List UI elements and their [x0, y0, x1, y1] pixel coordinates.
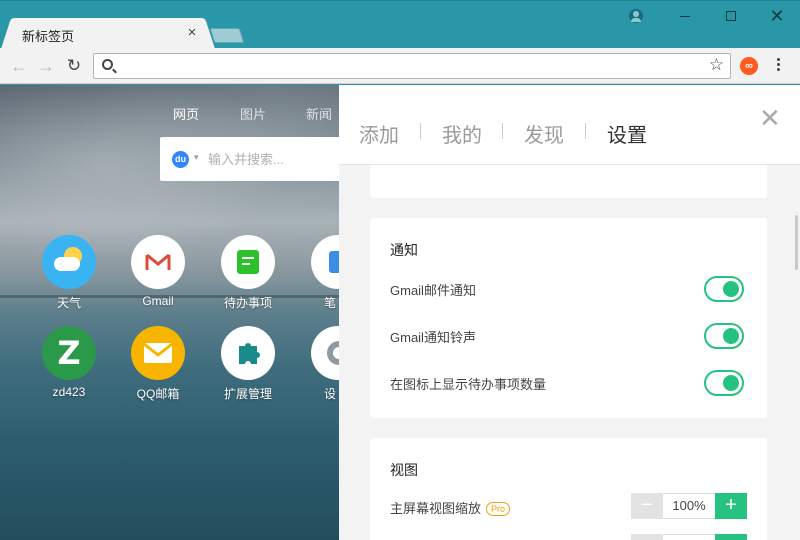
app-label: QQ邮箱 — [136, 387, 180, 401]
search-input[interactable] — [208, 149, 333, 169]
gmail-notify-toggle[interactable] — [704, 276, 744, 302]
minimize-icon — [680, 15, 690, 17]
puzzle-icon — [221, 326, 275, 380]
zoom-plus-button[interactable]: + — [715, 493, 747, 519]
new-tab-button[interactable] — [209, 28, 245, 43]
tab-close-icon[interactable]: × — [184, 24, 200, 41]
stepper-plus-button[interactable] — [715, 534, 747, 540]
address-input[interactable] — [122, 57, 692, 75]
panel-header: 添加 我的 发现 设置 ✕ — [339, 85, 800, 165]
app-label: 天气 — [56, 296, 81, 310]
bookmark-star-icon[interactable]: ☆ — [709, 55, 724, 75]
tab-add[interactable]: 添加 — [359, 119, 399, 148]
maximize-button[interactable] — [708, 1, 754, 31]
settings-panel: 添加 我的 发现 设置 ✕ 通知 Gmail邮件通知 Gmail通知铃声 在图标… — [339, 85, 800, 540]
setting-label: 在图标上显示待办事项数量 — [390, 377, 547, 392]
tab-divider — [502, 123, 503, 139]
notifications-card: 通知 Gmail邮件通知 Gmail通知铃声 在图标上显示待办事项数量 — [370, 218, 767, 418]
zoom-stepper: − 100% + — [631, 493, 747, 519]
back-button[interactable]: ← — [7, 54, 31, 78]
setting-label: 主屏幕视图缩放 Pro — [390, 498, 511, 517]
browser-menu-button[interactable] — [772, 56, 784, 76]
todo-icon — [221, 235, 275, 289]
zd423-icon: Z — [42, 326, 96, 380]
account-icon[interactable] — [629, 9, 643, 23]
close-window-button[interactable]: ✕ — [754, 1, 800, 31]
app-gmail[interactable]: Gmail — [123, 235, 193, 308]
chevron-down-icon[interactable]: ▾ — [194, 152, 199, 163]
weather-icon — [42, 235, 96, 289]
app-qqmail[interactable]: QQ邮箱 — [123, 326, 193, 402]
notes-icon — [311, 235, 339, 289]
browser-toolbar: ← → ↻ ☆ ∞ — [0, 48, 800, 84]
gear-icon — [311, 326, 339, 380]
gmail-sound-toggle[interactable] — [704, 323, 744, 349]
zoom-label: 主屏幕视图缩放 — [390, 501, 482, 516]
section-title: 通知 — [390, 242, 418, 258]
search-box: du ▾ — [160, 137, 339, 181]
setting-label: Gmail邮件通知 — [390, 283, 476, 298]
tab-title: 新标签页 — [22, 29, 75, 44]
search-tab-news[interactable]: 新闻 — [306, 104, 332, 123]
app-label: 扩展管理 — [223, 387, 272, 401]
extension-icon[interactable]: ∞ — [740, 57, 758, 75]
qqmail-icon — [131, 326, 185, 380]
zoom-value[interactable]: 100% — [663, 493, 715, 519]
app-weather[interactable]: 天气 — [34, 235, 104, 311]
section-title: 视图 — [390, 462, 418, 478]
tab-divider — [420, 123, 421, 139]
tab-settings[interactable]: 设置 — [607, 119, 647, 148]
reload-button[interactable]: ↻ — [62, 54, 86, 78]
search-icon — [102, 59, 113, 70]
search-tab-images[interactable]: 图片 — [240, 104, 266, 123]
app-zd423[interactable]: Z zd423 — [34, 326, 104, 399]
baidu-icon[interactable]: du — [172, 151, 189, 168]
todo-badge-toggle[interactable] — [704, 370, 744, 396]
app-todo[interactable]: 待办事项 — [213, 235, 283, 311]
panel-scrollbar[interactable] — [795, 215, 798, 270]
setting-label: Gmail通知铃声 — [390, 330, 476, 345]
app-label: 待办事项 — [223, 296, 272, 310]
stepper-minus-button[interactable] — [631, 534, 663, 540]
app-notes[interactable]: 笔 — [302, 235, 339, 311]
app-label: zd423 — [52, 385, 86, 399]
title-bar: 新标签页 × ✕ — [0, 0, 800, 49]
maximize-icon — [726, 11, 736, 22]
forward-button[interactable]: → — [34, 54, 58, 78]
minimize-button[interactable] — [662, 1, 708, 31]
browser-tab[interactable]: 新标签页 × — [12, 18, 204, 49]
stepper-value[interactable] — [663, 534, 715, 540]
tab-discover[interactable]: 发现 — [524, 119, 564, 148]
app-label: 设 — [324, 387, 337, 401]
address-bar[interactable]: ☆ — [93, 53, 731, 79]
tab-mine[interactable]: 我的 — [442, 119, 482, 148]
settings-card-previous — [370, 165, 767, 198]
tab-divider — [585, 123, 586, 139]
app-extensions[interactable]: 扩展管理 — [213, 326, 283, 402]
view-card: 视图 主屏幕视图缩放 Pro − 100% + — [370, 438, 767, 540]
app-settings[interactable]: 设 — [302, 326, 339, 402]
close-icon[interactable]: ✕ — [759, 103, 781, 134]
app-label: Gmail — [142, 294, 174, 308]
search-tab-web[interactable]: 网页 — [173, 104, 199, 123]
gmail-icon — [131, 235, 185, 289]
app-label: 笔 — [324, 296, 337, 310]
second-stepper — [631, 534, 747, 540]
pro-badge: Pro — [486, 502, 511, 516]
zoom-minus-button[interactable]: − — [631, 493, 663, 519]
